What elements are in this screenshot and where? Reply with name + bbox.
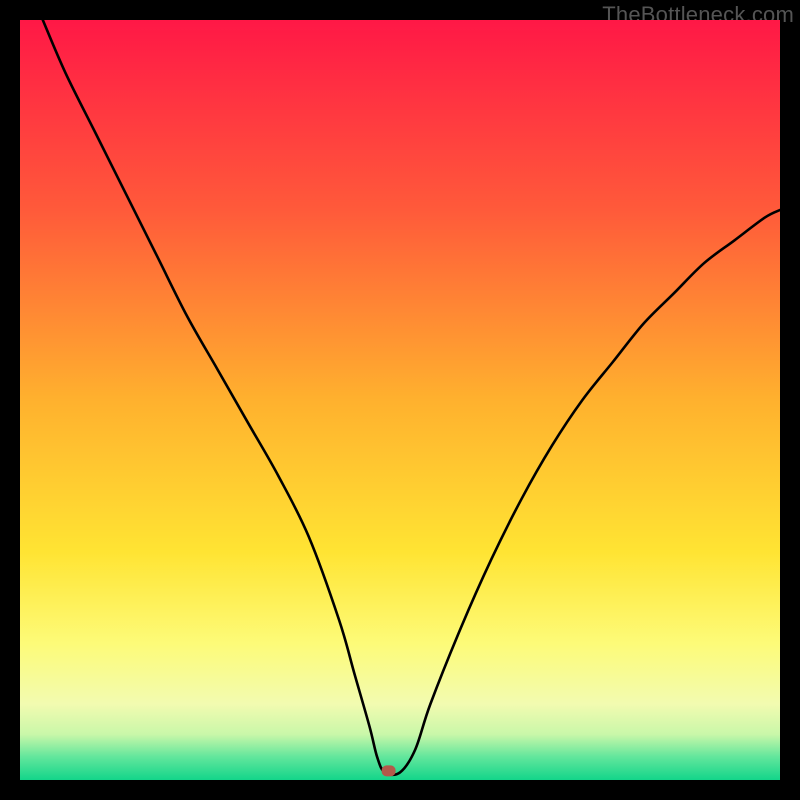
plot-area (20, 20, 780, 780)
chart-frame: TheBottleneck.com (0, 0, 800, 800)
gradient-background (20, 20, 780, 780)
optimal-point-marker (382, 765, 396, 776)
bottleneck-chart (20, 20, 780, 780)
